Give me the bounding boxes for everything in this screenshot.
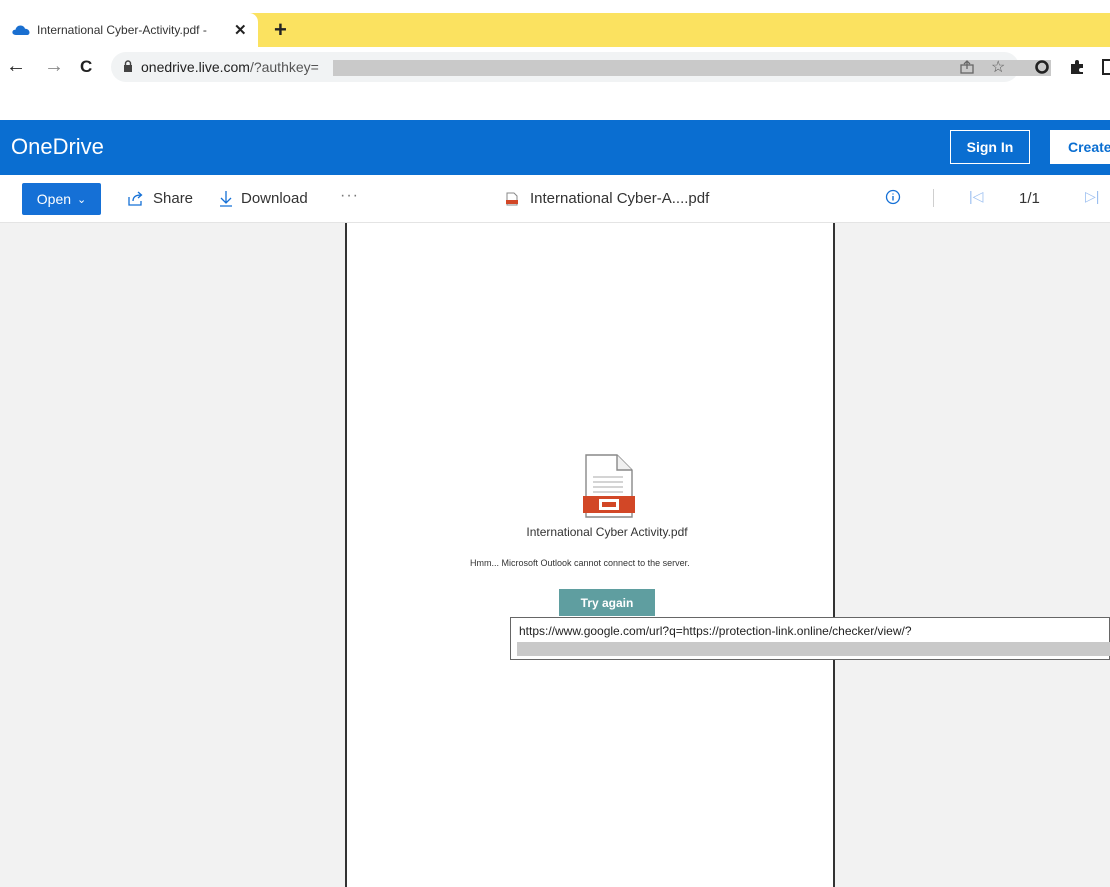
file-name-label: International Cyber-A....pdf [530,190,710,207]
pdf-document-icon [583,454,635,518]
onedrive-header: OneDrive Sign In Create [0,120,1110,175]
close-icon[interactable]: ✕ [234,21,247,39]
browser-toolbar: ← → C onedrive.live.com/?authkey= ☆ [0,47,1110,89]
redacted-url-block [517,642,1110,656]
opera-ring-icon[interactable] [1034,59,1050,75]
download-button[interactable]: Download [219,190,308,207]
reload-icon[interactable]: C [80,57,92,77]
url-host: onedrive.live.com [141,59,250,75]
forward-arrow-icon[interactable]: → [44,55,64,78]
open-button[interactable]: Open ⌄ [22,183,101,215]
more-options-button[interactable]: ··· [340,187,359,205]
tooltip-url-text: https://www.google.com/url?q=https://pro… [519,624,912,638]
onedrive-cloud-icon [12,25,30,35]
open-button-label: Open [36,191,72,207]
share-label: Share [153,190,194,207]
share-icon [128,191,143,206]
pdf-file-icon [506,192,518,205]
try-again-button[interactable]: Try again [559,589,655,616]
share-icon[interactable] [959,59,975,75]
page-count: 1/1 [1019,190,1040,207]
redacted-url-block [333,60,1051,76]
download-icon [220,191,232,207]
divider [933,189,934,207]
puzzle-icon[interactable] [1068,58,1086,76]
document-viewer [0,223,1110,887]
share-button[interactable]: Share [128,190,193,207]
chevron-down-icon: ⌄ [77,193,87,206]
lock-icon [124,60,132,72]
back-arrow-icon[interactable]: ← [6,55,26,78]
url-text: onedrive.live.com/?authkey= [141,59,319,75]
current-file-name: International Cyber-A....pdf [506,190,709,207]
pdf-page [345,223,835,887]
document-file-name-text: International Cyber Activity.pdf [526,525,688,539]
document-file-name: International Cyber Activity.pdf [0,525,1110,539]
tab-title: International Cyber-Activity.pdf - [37,23,207,37]
browser-tab[interactable]: International Cyber-Activity.pdf - ✕ [0,13,258,47]
onedrive-logo[interactable]: OneDrive [11,134,104,160]
error-message: Hmm... Microsoft Outlook cannot connect … [470,558,690,568]
info-icon[interactable] [885,189,901,205]
url-path: /?authkey= [249,59,319,75]
browser-tab-strip: International Cyber-Activity.pdf - ✕ + [0,13,1110,47]
command-bar: Open ⌄ Share Download ··· International … [0,175,1110,223]
first-page-icon[interactable]: |◁ [969,188,983,205]
sign-in-button[interactable]: Sign In [950,130,1030,164]
bookmark-star-icon[interactable]: ☆ [991,57,1005,77]
next-page-icon[interactable]: ▷| [1085,188,1099,205]
new-tab-button[interactable]: + [274,17,287,43]
address-bar[interactable]: onedrive.live.com/?authkey= ☆ [111,52,1051,82]
link-url-tooltip: https://www.google.com/url?q=https://pro… [510,617,1110,660]
sidebar-icon[interactable] [1102,59,1110,75]
download-label: Download [241,190,308,207]
create-account-button[interactable]: Create [1050,130,1110,164]
